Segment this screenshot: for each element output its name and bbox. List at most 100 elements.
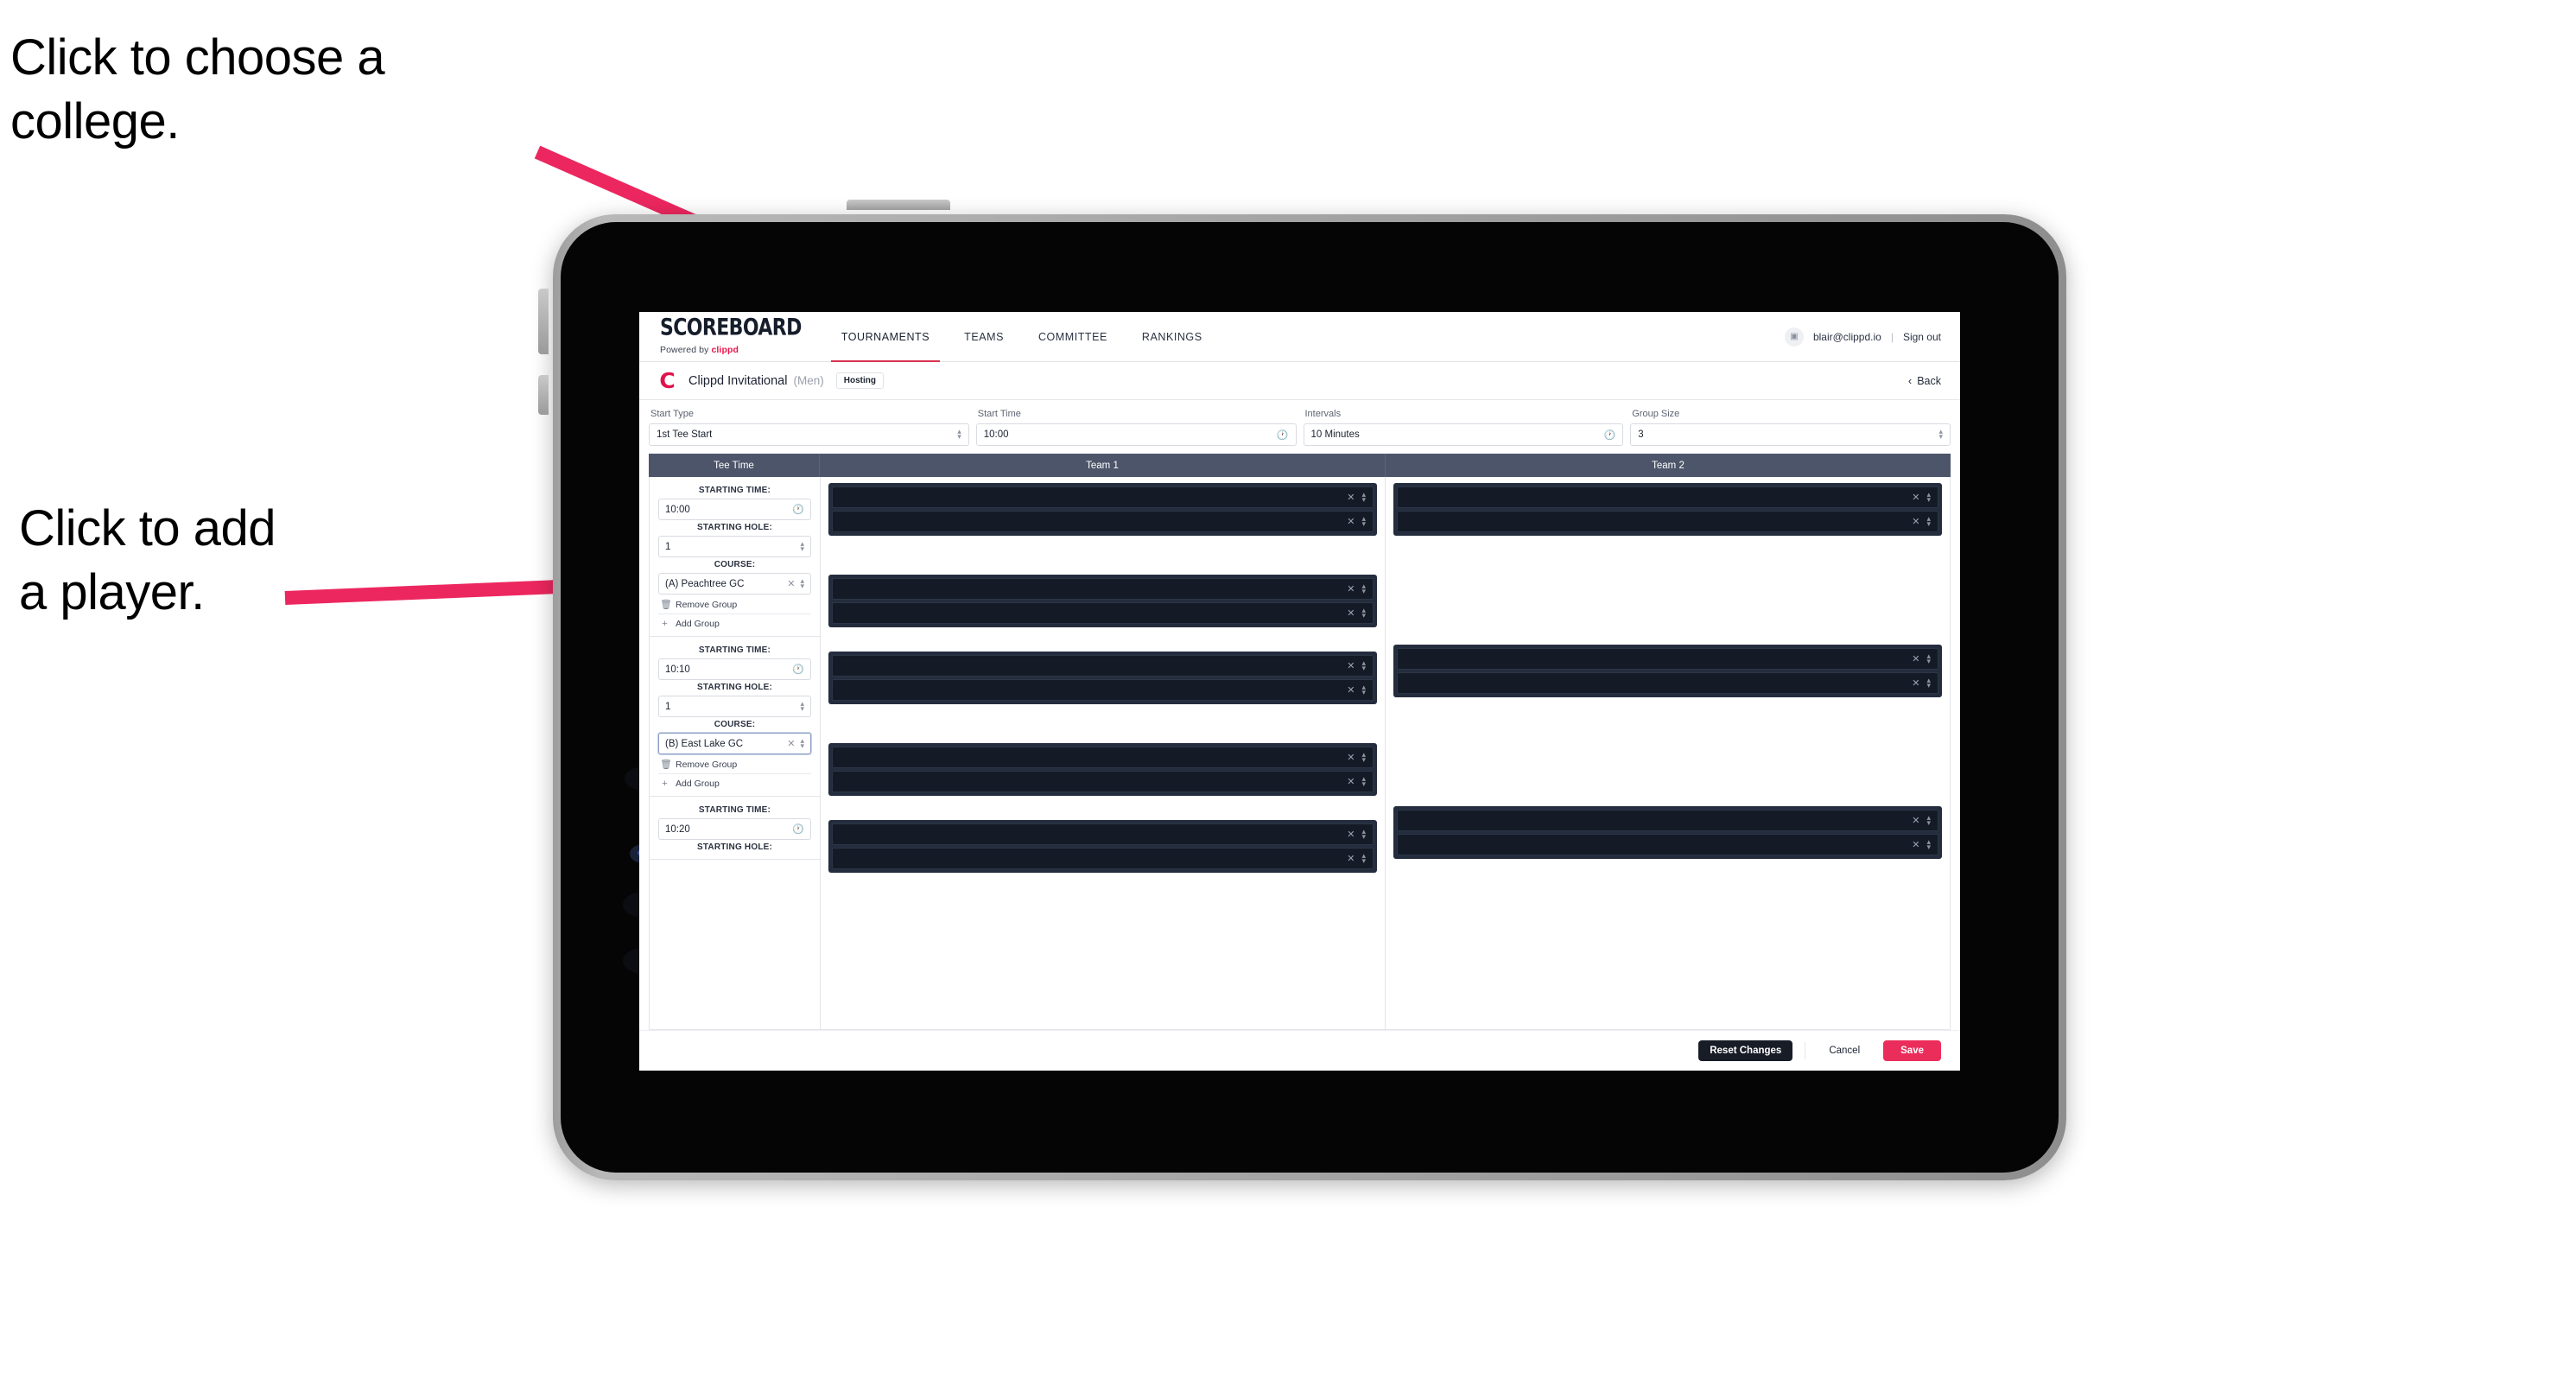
chevron-left-icon: ‹: [1908, 374, 1913, 387]
team1-group-divider: [821, 802, 1385, 814]
clock-icon: 🕐: [792, 664, 804, 675]
clear-icon[interactable]: ✕: [1347, 829, 1355, 840]
sign-out-link[interactable]: Sign out: [1903, 331, 1941, 343]
player-slot[interactable]: ✕ ▴ ▾: [1397, 486, 1938, 508]
chevron-updown-icon[interactable]: ▴ ▾: [1361, 607, 1366, 619]
back-button[interactable]: ‹ Back: [1908, 375, 1941, 387]
clear-icon[interactable]: ✕: [1347, 752, 1355, 763]
intervals-input[interactable]: 10 Minutes 🕐: [1303, 423, 1624, 446]
start-type-select[interactable]: 1st Tee Start ▴ ▾: [649, 423, 969, 446]
clear-icon[interactable]: ✕: [1912, 492, 1919, 503]
starting-time-input-2[interactable]: 10:10 🕐: [658, 658, 811, 680]
label-start-time: Start Time: [977, 409, 1021, 419]
start-time-input[interactable]: 10:00 🕐: [975, 423, 1297, 446]
starting-hole-input-2[interactable]: 1 ▴ ▾: [658, 696, 811, 717]
add-group-button-2[interactable]: + Add Group: [658, 773, 811, 792]
clear-icon[interactable]: ✕: [1347, 516, 1355, 527]
chevron-updown-icon[interactable]: ▴ ▾: [1361, 751, 1366, 763]
remove-group-button-2[interactable]: 🗑 Remove Group: [658, 754, 811, 773]
clear-icon[interactable]: ✕: [787, 578, 795, 589]
chevron-updown-icon[interactable]: ▴ ▾: [1361, 828, 1366, 840]
clear-icon[interactable]: ✕: [1347, 684, 1355, 696]
clear-icon[interactable]: ✕: [1347, 607, 1355, 619]
player-slot-actions: ✕ ▴ ▾: [1912, 838, 1931, 850]
chevron-updown-icon[interactable]: ▴ ▾: [1926, 491, 1931, 503]
device-power-button[interactable]: [847, 200, 950, 210]
starting-time-input-1[interactable]: 10:00 🕐: [658, 499, 811, 520]
clear-icon[interactable]: ✕: [1912, 516, 1919, 527]
clear-icon[interactable]: ✕: [1912, 653, 1919, 664]
player-slot[interactable]: ✕ ▴ ▾: [832, 486, 1374, 508]
tab-teams[interactable]: TEAMS: [947, 312, 1021, 361]
chevron-updown-icon[interactable]: ▴ ▾: [1926, 814, 1931, 826]
player-slot[interactable]: ✕ ▴ ▾: [832, 655, 1374, 677]
nav-account-area: ▣ blair@clippd.io | Sign out: [1784, 312, 1960, 361]
player-slot[interactable]: ✕ ▴ ▾: [1397, 672, 1938, 694]
player-slot[interactable]: ✕ ▴ ▾: [1397, 648, 1938, 670]
clear-icon[interactable]: ✕: [787, 738, 795, 749]
player-slot[interactable]: ✕ ▴ ▾: [832, 679, 1374, 701]
add-group-button-1[interactable]: + Add Group: [658, 614, 811, 633]
remove-group-button-1[interactable]: 🗑 Remove Group: [658, 594, 811, 614]
add-group-label: Add Group: [676, 619, 720, 629]
starting-hole-input-1[interactable]: 1 ▴ ▾: [658, 536, 811, 557]
starting-time-input-3[interactable]: 10:20 🕐: [658, 818, 811, 840]
player-slot[interactable]: ✕ ▴ ▾: [832, 771, 1374, 792]
chevron-updown-icon[interactable]: ▴ ▾: [1926, 838, 1931, 850]
tab-rankings[interactable]: RANKINGS: [1125, 312, 1220, 361]
player-slot[interactable]: ✕ ▴ ▾: [832, 578, 1374, 600]
chevron-updown-icon[interactable]: ▴ ▾: [1361, 582, 1366, 594]
chevron-updown-icon[interactable]: ▴ ▾: [1361, 683, 1366, 696]
chevron-updown-icon[interactable]: ▴ ▾: [1926, 677, 1931, 689]
team1-group1-spacer: [821, 542, 1385, 569]
clear-icon[interactable]: ✕: [1912, 815, 1919, 826]
top-navigation: SCOREBOARD Powered by clippd TOURNAMENTS…: [639, 312, 1960, 362]
brand-logo[interactable]: SCOREBOARD Powered by clippd: [639, 312, 824, 361]
tab-committee[interactable]: COMMITTEE: [1021, 312, 1125, 361]
player-slot[interactable]: ✕ ▴ ▾: [832, 511, 1374, 532]
chevron-updown-icon[interactable]: ▴ ▾: [1361, 491, 1366, 503]
player-slot[interactable]: ✕ ▴ ▾: [832, 747, 1374, 768]
player-slot[interactable]: ✕ ▴ ▾: [832, 848, 1374, 869]
course-select-2[interactable]: (B) East Lake GC ✕ ▴ ▾: [658, 733, 811, 754]
course-select-1[interactable]: (A) Peachtree GC ✕ ▴ ▾: [658, 573, 811, 594]
player-slot[interactable]: ✕ ▴ ▾: [832, 602, 1374, 624]
device-volume-up-button[interactable]: [538, 289, 549, 354]
chevron-updown-icon[interactable]: ▴ ▾: [1361, 852, 1366, 864]
tournament-gender: (Men): [793, 374, 824, 387]
tab-tournaments[interactable]: TOURNAMENTS: [824, 312, 947, 362]
player-slot[interactable]: ✕ ▴ ▾: [1397, 511, 1938, 532]
clear-icon[interactable]: ✕: [1347, 583, 1355, 594]
clear-icon[interactable]: ✕: [1347, 776, 1355, 787]
trash-icon: 🗑: [660, 760, 672, 770]
chevron-updown-icon: ▴ ▾: [957, 427, 961, 441]
team2-group1-block1: ✕ ▴ ▾ ✕ ▴ ▾: [1393, 483, 1942, 536]
schedule-table-body[interactable]: STARTING TIME: 10:00 🕐 STARTING HOLE: 1 …: [649, 477, 1951, 1030]
clear-icon[interactable]: ✕: [1347, 853, 1355, 864]
cancel-button[interactable]: Cancel: [1818, 1040, 1871, 1061]
chevron-updown-icon[interactable]: ▴ ▾: [1361, 659, 1366, 671]
starting-time-value-2: 10:10: [665, 664, 690, 675]
chevron-updown-icon[interactable]: ▴ ▾: [1361, 775, 1366, 787]
player-slot[interactable]: ✕ ▴ ▾: [832, 823, 1374, 845]
clear-icon[interactable]: ✕: [1347, 492, 1355, 503]
player-slot[interactable]: ✕ ▴ ▾: [1397, 834, 1938, 855]
team2-group1-spacer: [1386, 542, 1950, 639]
chevron-updown-icon[interactable]: ▴ ▾: [1926, 652, 1931, 664]
clear-icon[interactable]: ✕: [1912, 839, 1919, 850]
reset-changes-button[interactable]: Reset Changes: [1698, 1040, 1793, 1061]
starting-time-value-1: 10:00: [665, 504, 690, 515]
group-size-select[interactable]: 3 ▴ ▾: [1630, 423, 1951, 446]
save-button[interactable]: Save: [1883, 1040, 1941, 1061]
plus-icon: +: [662, 619, 668, 629]
chevron-updown-icon[interactable]: ▴ ▾: [1926, 515, 1931, 527]
player-slot[interactable]: ✕ ▴ ▾: [1397, 810, 1938, 831]
label-starting-time: STARTING TIME:: [698, 486, 771, 495]
player-slot-actions: ✕ ▴ ▾: [1347, 659, 1366, 671]
device-volume-down-button[interactable]: [538, 375, 549, 415]
plus-icon: +: [662, 779, 668, 789]
chevron-updown-icon[interactable]: ▴ ▾: [1361, 515, 1366, 527]
avatar[interactable]: ▣: [1784, 327, 1804, 346]
clear-icon[interactable]: ✕: [1347, 660, 1355, 671]
clear-icon[interactable]: ✕: [1912, 677, 1919, 689]
